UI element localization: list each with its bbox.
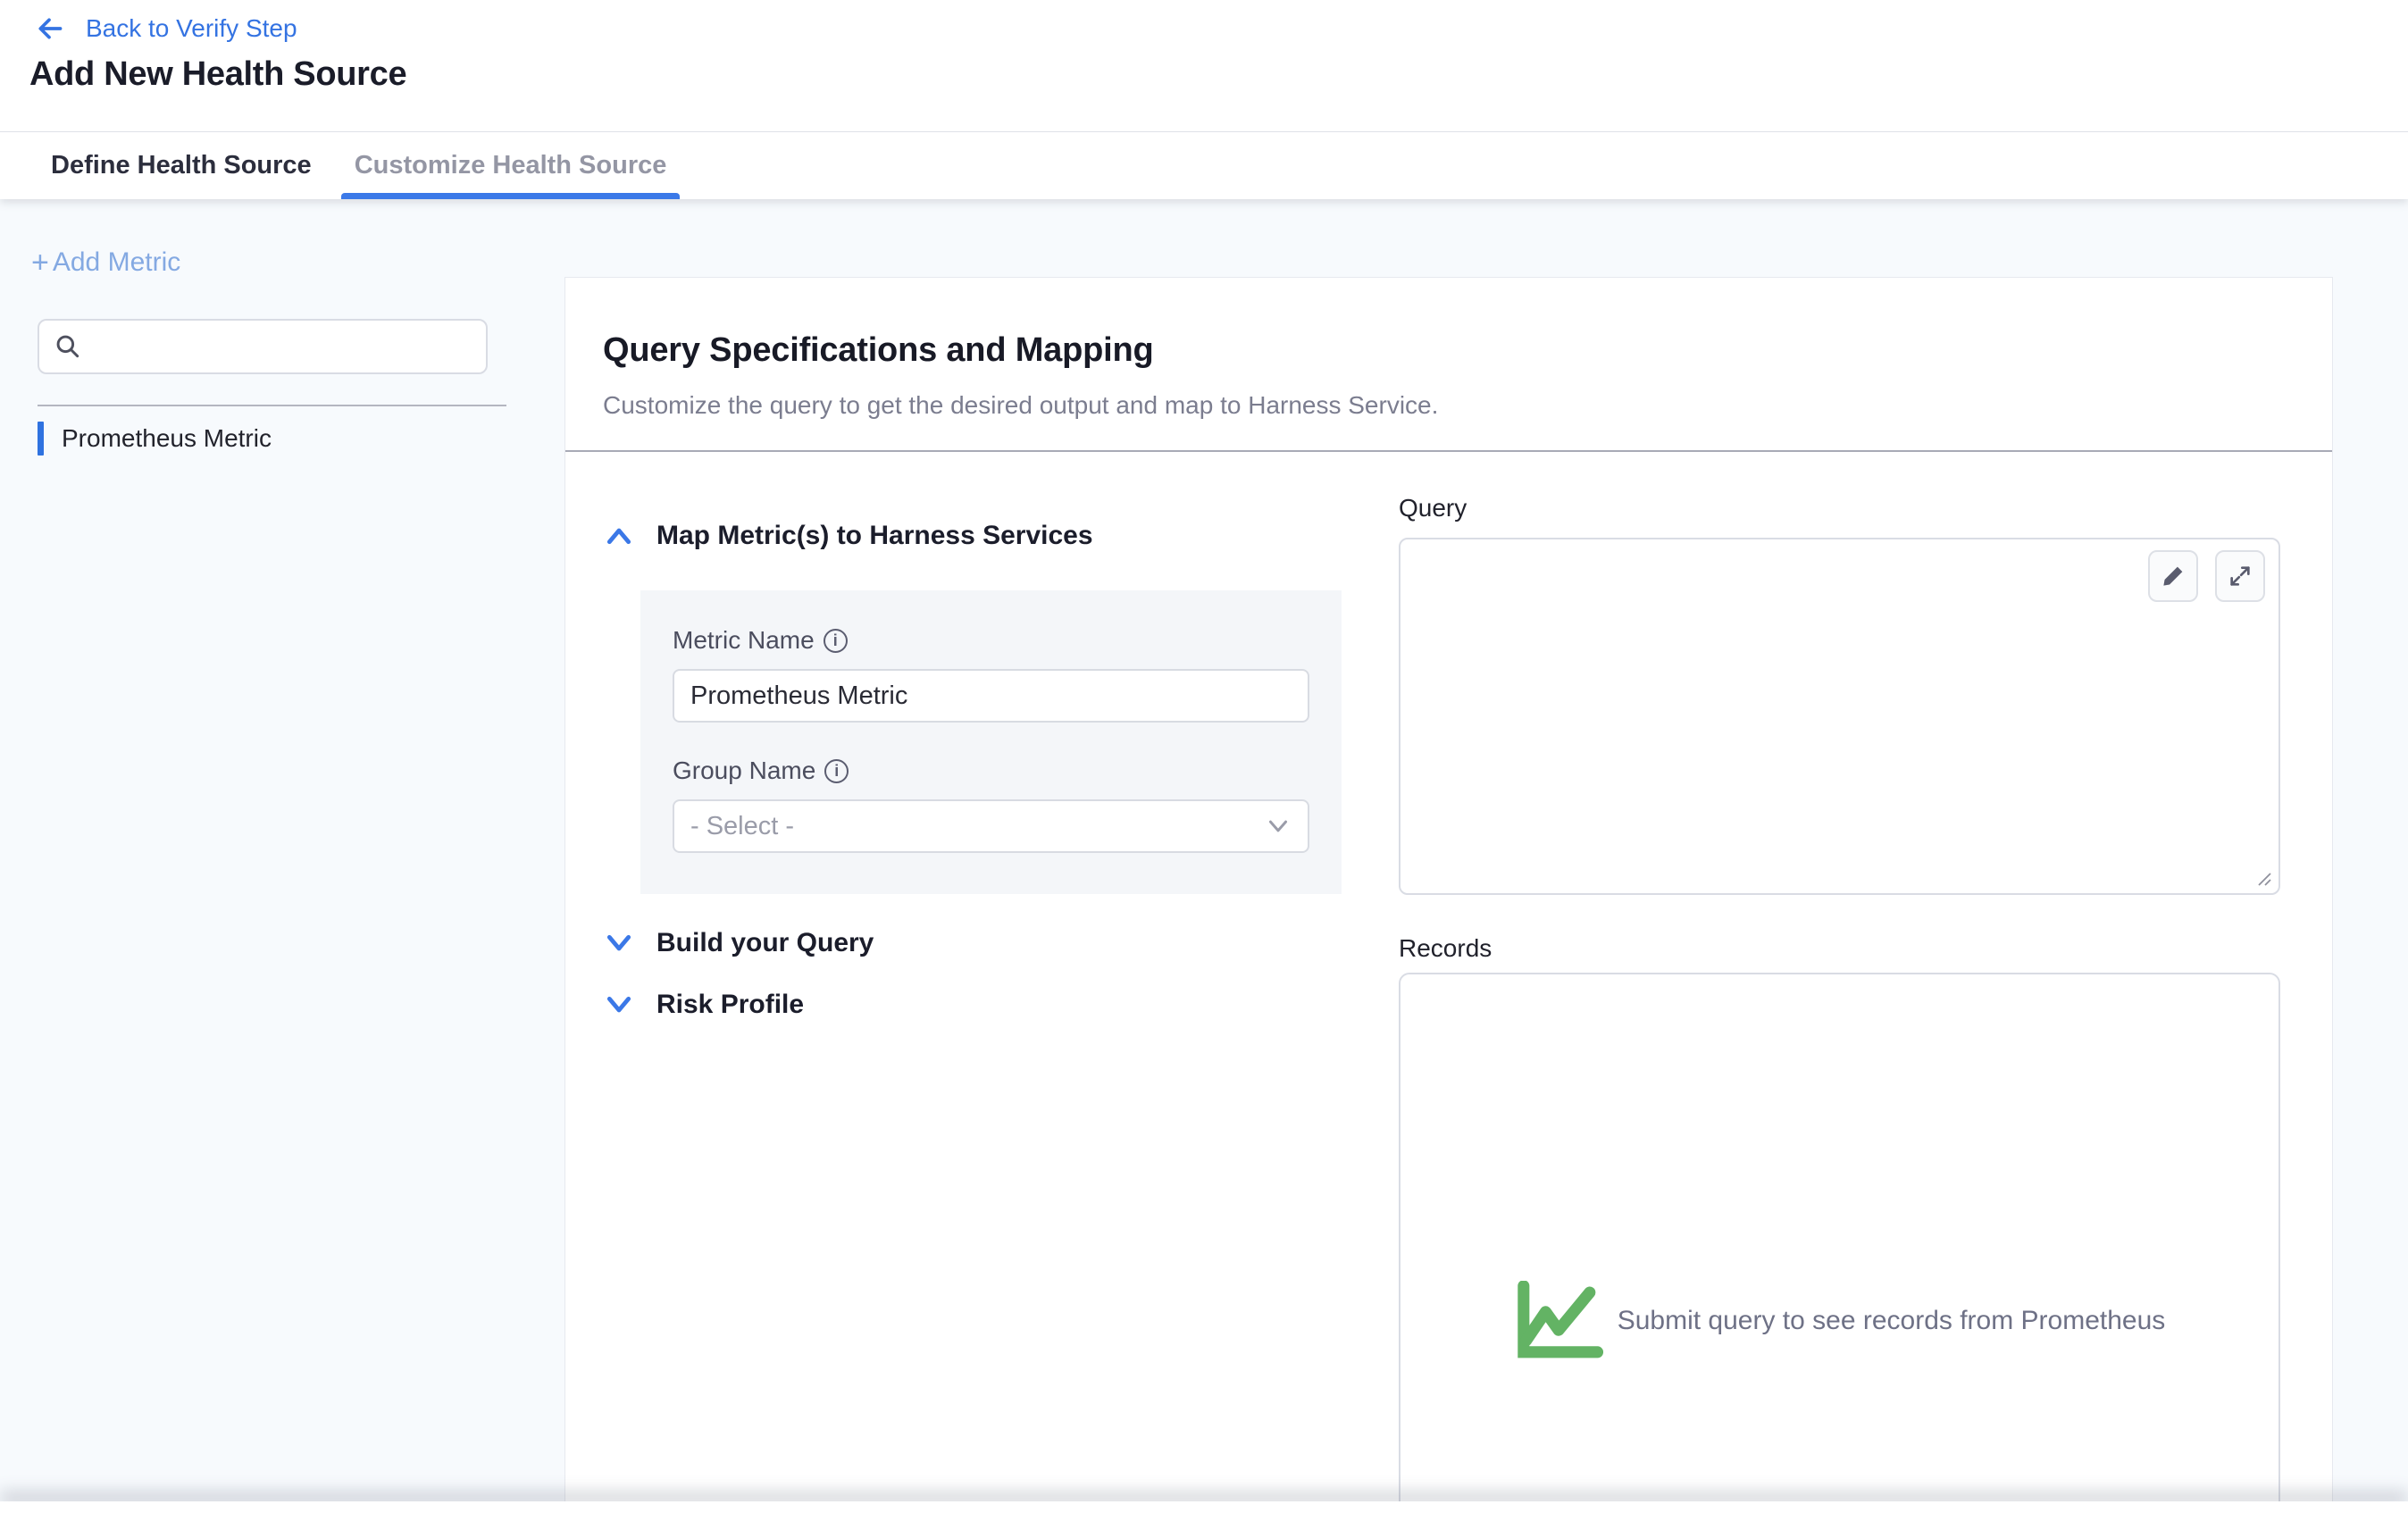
section-build-query-label: Build your Query [656,928,874,958]
add-metric-label: Add Metric [53,247,180,278]
back-to-verify-step-link[interactable]: Back to Verify Step [34,14,297,43]
expand-query-button[interactable] [2215,550,2265,602]
card-subtitle: Customize the query to get the desired o… [603,391,1438,420]
card-divider [565,450,2332,452]
chevron-down-icon [1265,816,1292,836]
section-map-metrics-toggle[interactable]: Map Metric(s) to Harness Services [605,521,1093,551]
records-empty-message: Submit query to see records from Prometh… [1618,1306,2166,1336]
metric-name-input[interactable] [673,669,1309,723]
sidebar-item-prometheus-metric[interactable]: Prometheus Metric [38,416,272,461]
chevron-up-icon [605,525,633,547]
metric-name-label: Metric Name [673,626,815,655]
records-empty-state: Submit query to see records from Prometh… [1400,1276,2278,1366]
chevron-down-icon [605,932,633,954]
tab-customize-health-source[interactable]: Customize Health Source [341,132,681,199]
back-link-label: Back to Verify Step [86,14,297,43]
info-icon[interactable]: i [824,759,849,783]
edit-query-button[interactable] [2148,550,2198,602]
section-build-query-toggle[interactable]: Build your Query [605,928,874,958]
maximize-icon [2228,564,2253,589]
card-title: Query Specifications and Mapping [603,331,1153,370]
section-risk-profile-label: Risk Profile [656,990,804,1020]
wizard-tabbar: Define Health Source Customize Health So… [0,131,2408,199]
query-textarea[interactable] [1400,539,2278,893]
metric-item-label: Prometheus Metric [62,424,272,453]
tab-define-label: Define Health Source [51,151,312,180]
footer-strip [0,1501,2408,1513]
metric-search-box [38,319,488,374]
search-icon [54,332,82,361]
line-chart-icon [1514,1281,1603,1361]
tab-customize-label: Customize Health Source [355,151,667,180]
content-area: + Add Metric Prometheus Metric Query Spe… [0,199,2408,1513]
records-label: Records [1399,934,1492,963]
metrics-sidebar: + Add Metric Prometheus Metric [0,199,564,1513]
chevron-down-icon [605,994,633,1016]
records-box: Submit query to see records from Prometh… [1399,973,2280,1513]
plus-icon: + [31,247,49,278]
section-risk-profile-toggle[interactable]: Risk Profile [605,990,804,1020]
query-editor-box [1399,538,2280,895]
active-tab-indicator [341,193,681,199]
selected-item-indicator [38,422,44,456]
group-name-placeholder: - Select - [690,812,794,841]
query-specifications-card: Query Specifications and Mapping Customi… [564,277,2333,1513]
add-health-source-page: Back to Verify Step Add New Health Sourc… [0,0,2408,1513]
section-map-metrics-label: Map Metric(s) to Harness Services [656,521,1093,551]
map-metric-form-panel: Metric Name i Group Name i - Select - [640,590,1342,894]
group-name-label: Group Name [673,756,815,785]
info-icon[interactable]: i [824,629,848,653]
add-metric-button[interactable]: + Add Metric [31,247,180,278]
metric-search-input[interactable] [93,321,486,372]
query-label: Query [1399,494,1467,522]
tab-define-health-source[interactable]: Define Health Source [38,132,325,199]
group-name-select[interactable]: - Select - [673,799,1309,853]
sidebar-divider [38,405,506,406]
arrow-left-icon [34,14,64,43]
resize-handle[interactable] [2252,866,2273,888]
pencil-icon [2161,564,2186,589]
page-header: Back to Verify Step Add New Health Sourc… [0,0,2408,131]
page-title: Add New Health Source [29,55,406,94]
